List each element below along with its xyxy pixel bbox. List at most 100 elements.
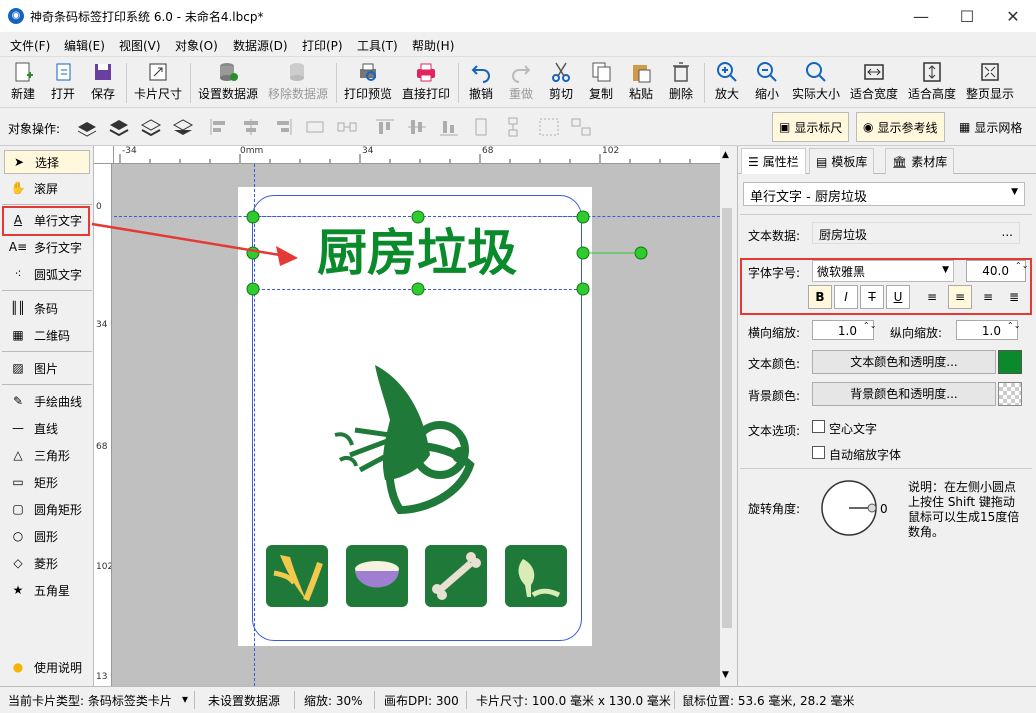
undo-button[interactable]: 撤销 <box>464 61 498 107</box>
print-preview-button[interactable]: 打印预览 <box>342 61 394 107</box>
remove-datasource-button[interactable]: 移除数据源 <box>266 61 330 107</box>
actual-size-button[interactable]: 实际大小 <box>790 61 842 107</box>
menu-tools[interactable]: 工具(T) <box>357 37 398 54</box>
maximize-button[interactable]: ☐ <box>944 0 990 32</box>
text-color-button[interactable]: 文本颜色和透明度... <box>812 350 996 374</box>
paste-button[interactable]: 粘贴 <box>624 61 658 107</box>
scroll-down-icon[interactable]: ▼ <box>722 670 729 680</box>
new-button[interactable]: 新建 <box>6 61 40 107</box>
distribute-h-icon[interactable] <box>304 117 326 137</box>
tab-materials[interactable]: 🏛 素材库 <box>885 148 955 174</box>
tool-select[interactable]: ➤ 选择 <box>4 150 90 174</box>
underline-button[interactable]: U <box>886 285 910 309</box>
text-color-swatch[interactable] <box>998 350 1022 374</box>
strikethrough-button[interactable]: T <box>860 285 884 309</box>
tool-line[interactable]: — 直线 <box>4 416 90 440</box>
rotation-dial[interactable] <box>815 478 881 538</box>
menu-view[interactable]: 视图(V) <box>119 37 161 54</box>
send-backward-icon[interactable] <box>140 117 162 137</box>
full-page-button[interactable]: 整页显示 <box>964 61 1016 107</box>
background-color-button[interactable]: 背景颜色和透明度... <box>812 382 996 406</box>
tool-scroll[interactable]: ✋ 滚屏 <box>4 176 90 200</box>
direct-print-button[interactable]: 直接打印 <box>400 61 452 107</box>
align-text-center-icon[interactable]: ≡ <box>948 285 972 309</box>
align-center-icon[interactable] <box>240 117 262 137</box>
save-button[interactable]: 保存 <box>86 61 120 107</box>
auto-scale-font-checkbox[interactable] <box>812 446 825 459</box>
bold-button[interactable]: B <box>808 285 832 309</box>
tool-qrcode[interactable]: ▦ 二维码 <box>4 323 90 347</box>
align-top-icon[interactable] <box>374 117 396 137</box>
tool-triangle[interactable]: △ 三角形 <box>4 443 90 467</box>
close-button[interactable]: ✕ <box>990 0 1036 32</box>
rice-bowl-tile[interactable] <box>346 545 408 607</box>
font-family-select[interactable]: 微软雅黑 ▼ <box>812 260 954 282</box>
redo-button[interactable]: 重做 <box>504 61 538 107</box>
menu-object[interactable]: 对象(O) <box>175 37 218 54</box>
text-data-field[interactable]: 厨房垃圾... <box>812 222 1020 244</box>
tool-freehand[interactable]: ✎ 手绘曲线 <box>4 389 90 413</box>
show-ruler-toggle[interactable]: ▣ 显示标尺 <box>772 112 850 142</box>
hollow-text-checkbox[interactable] <box>812 420 825 433</box>
align-text-left-icon[interactable]: ≡ <box>920 285 944 309</box>
menu-print[interactable]: 打印(P) <box>302 37 343 54</box>
align-middle-icon[interactable] <box>406 117 428 137</box>
tab-templates[interactable]: ▤ 模板库 <box>809 148 875 174</box>
tool-rounded-rect[interactable]: ▢ 圆角矩形 <box>4 497 90 521</box>
tool-star[interactable]: ★ 五角星 <box>4 578 90 602</box>
tool-multi-line-text[interactable]: A≡ 多行文字 <box>4 235 90 259</box>
tool-diamond[interactable]: ◇ 菱形 <box>4 551 90 575</box>
distribute-v-icon[interactable] <box>470 117 492 137</box>
horizontal-scale-input[interactable]: 1.0 <box>812 320 874 340</box>
font-size-input[interactable]: 40.0 <box>966 260 1026 282</box>
tool-rectangle[interactable]: ▭ 矩形 <box>4 470 90 494</box>
help-button[interactable]: ● 使用说明 <box>4 655 90 679</box>
tool-circle[interactable]: ○ 圆形 <box>4 524 90 548</box>
banana-peel-tile[interactable] <box>266 545 328 607</box>
justify-text-icon[interactable]: ≣ <box>1002 285 1026 309</box>
align-text-right-icon[interactable]: ≡ <box>976 285 1000 309</box>
menu-file[interactable]: 文件(F) <box>10 37 50 54</box>
open-button[interactable]: 打开 <box>46 61 80 107</box>
copy-button[interactable]: 复制 <box>584 61 618 107</box>
minimize-button[interactable]: — <box>898 0 944 32</box>
text-data-more-button[interactable]: ... <box>1002 225 1013 239</box>
tool-arc-text[interactable]: ⁖ 圆弧文字 <box>4 262 90 286</box>
vertical-scale-input[interactable]: 1.0 <box>956 320 1018 340</box>
cut-button[interactable]: 剪切 <box>544 61 578 107</box>
canvas-scrollbar[interactable]: ▲ ▼ <box>720 146 734 686</box>
tool-barcode[interactable]: ║║ 条码 <box>4 296 90 320</box>
fit-width-button[interactable]: 适合宽度 <box>848 61 900 107</box>
show-grid-toggle[interactable]: ▦ 显示网格 <box>952 112 1030 142</box>
tab-properties[interactable]: ☰ 属性栏 <box>741 148 806 174</box>
ungroup-icon[interactable] <box>570 117 592 137</box>
same-width-icon[interactable] <box>336 117 358 137</box>
object-selector[interactable]: 单行文字 - 厨房垃圾 ▼ <box>743 182 1025 206</box>
kitchen-waste-logo[interactable] <box>330 360 500 520</box>
show-guides-toggle[interactable]: ◉ 显示参考线 <box>856 112 945 142</box>
card-size-button[interactable]: 卡片尺寸 <box>132 61 184 107</box>
menu-datasource[interactable]: 数据源(D) <box>233 37 288 54</box>
group-icon[interactable] <box>538 117 560 137</box>
zoom-out-button[interactable]: 缩小 <box>750 61 784 107</box>
scroll-thumb[interactable] <box>722 208 732 628</box>
zoom-in-button[interactable]: 放大 <box>710 61 744 107</box>
fit-height-button[interactable]: 适合高度 <box>906 61 958 107</box>
menu-help[interactable]: 帮助(H) <box>412 37 454 54</box>
background-color-swatch[interactable] <box>998 382 1022 406</box>
status-card-type[interactable]: 当前卡片类型: 条码标签类卡片 <box>8 692 172 709</box>
vegetable-tile[interactable] <box>505 545 567 607</box>
tool-image[interactable]: ▨ 图片 <box>4 356 90 380</box>
align-right-icon[interactable] <box>272 117 294 137</box>
bring-forward-icon[interactable] <box>108 117 130 137</box>
menu-edit[interactable]: 编辑(E) <box>64 37 105 54</box>
status-dropdown-icon[interactable]: ▾ <box>182 692 188 706</box>
send-to-back-icon[interactable] <box>172 117 194 137</box>
set-datasource-button[interactable]: 设置数据源 <box>196 61 260 107</box>
align-left-icon[interactable] <box>208 117 230 137</box>
align-bottom-icon[interactable] <box>438 117 460 137</box>
italic-button[interactable]: I <box>834 285 858 309</box>
same-height-icon[interactable] <box>502 117 524 137</box>
delete-button[interactable]: 删除 <box>664 61 698 107</box>
scroll-up-icon[interactable]: ▲ <box>722 150 729 160</box>
